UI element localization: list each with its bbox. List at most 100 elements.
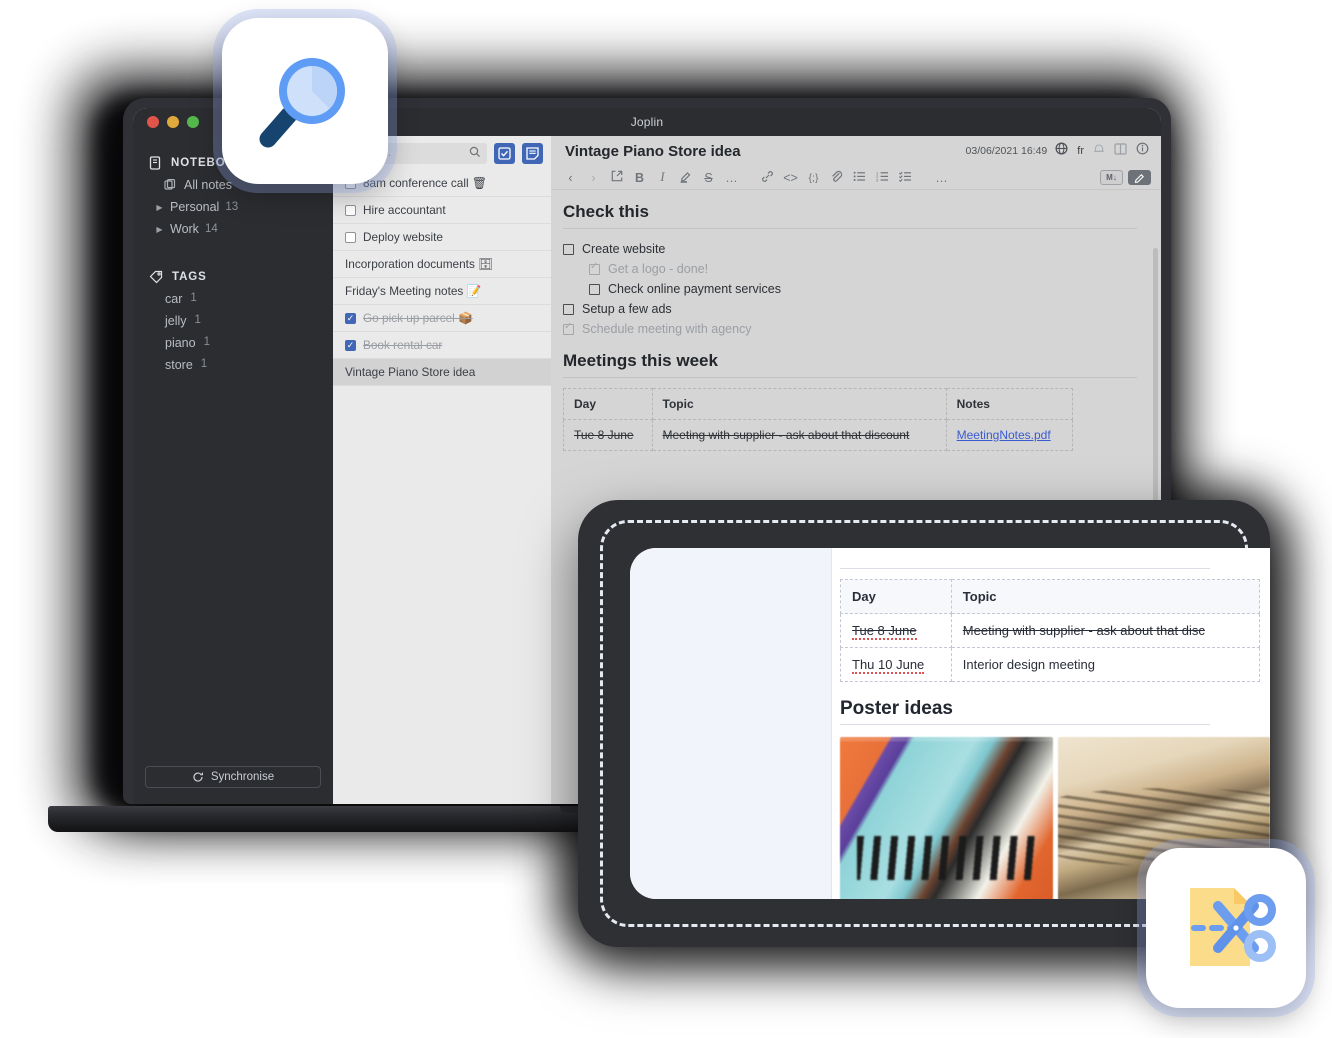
checklist-item-label: Create website bbox=[582, 242, 666, 256]
numbered-list-icon[interactable]: 123 bbox=[871, 170, 894, 185]
sidebar-tag-car[interactable]: car 1 bbox=[133, 288, 333, 310]
meeting-notes-link[interactable]: MeetingNotes.pdf bbox=[957, 428, 1051, 442]
table-cell-topic: Meeting with supplier - ask about that d… bbox=[950, 613, 1261, 648]
more-tools-button[interactable]: … bbox=[930, 171, 953, 185]
forward-button[interactable]: › bbox=[582, 171, 605, 185]
checklist-item-label: Setup a few ads bbox=[582, 302, 672, 316]
table-header-row: Day Topic Notes bbox=[563, 388, 1074, 420]
new-todo-button[interactable] bbox=[494, 142, 515, 164]
markdown-toggle-button[interactable]: M↓ bbox=[1100, 170, 1123, 185]
note-list-item[interactable]: Deploy website bbox=[333, 224, 551, 251]
checklist-item-label: Schedule meeting with agency bbox=[582, 322, 752, 336]
checkbox-icon[interactable] bbox=[345, 204, 356, 216]
checklist-item[interactable]: Setup a few ads bbox=[563, 299, 1137, 319]
divider bbox=[563, 228, 1137, 229]
sidebar-tag-store[interactable]: store 1 bbox=[133, 354, 333, 376]
note-list-item[interactable]: ✓ Go pick up parcel 📦 bbox=[333, 305, 551, 332]
tag-icon bbox=[149, 270, 163, 284]
checkbox-icon[interactable] bbox=[563, 243, 574, 255]
code-button[interactable]: <> bbox=[779, 171, 802, 185]
checkbox-checked-icon[interactable] bbox=[563, 321, 574, 335]
checkbox-icon[interactable] bbox=[563, 303, 574, 315]
table-row: Tue 8 June Meeting with supplier - ask a… bbox=[563, 419, 1074, 451]
meetings-table: Day Topic Notes Tue 8 June Meeting with … bbox=[563, 388, 1074, 451]
link-icon[interactable] bbox=[756, 170, 779, 186]
checkbox-icon[interactable] bbox=[589, 283, 600, 295]
piano-photo-1[interactable] bbox=[840, 737, 1053, 899]
note-list-item-title: Hire accountant bbox=[363, 203, 446, 217]
tag-label: store bbox=[165, 358, 193, 372]
attachment-icon[interactable] bbox=[825, 170, 848, 186]
sidebar-item-personal[interactable]: ▶ Personal 13 bbox=[133, 196, 333, 218]
note-list-item[interactable]: Friday's Meeting notes 📝 bbox=[333, 278, 551, 305]
new-note-button[interactable] bbox=[522, 142, 543, 164]
checkbox-checked-icon[interactable]: ✓ bbox=[345, 339, 356, 351]
strikethrough-button[interactable]: S bbox=[697, 171, 720, 185]
katex-button[interactable]: {;} bbox=[802, 172, 825, 184]
globe-icon[interactable] bbox=[1055, 142, 1068, 160]
table-header-topic: Topic bbox=[651, 388, 947, 420]
chevron-right-icon[interactable]: ▶ bbox=[155, 225, 164, 234]
tablet-note-content[interactable]: Day Topic Tue 8 June Meeting with suppli… bbox=[832, 548, 1270, 899]
note-list-item[interactable]: Incorporation documents 🗄 bbox=[333, 251, 551, 278]
note-icon bbox=[526, 146, 539, 160]
notebook-count: 14 bbox=[204, 223, 218, 235]
note-list-item[interactable]: ✓ Book rental car bbox=[333, 332, 551, 359]
table-cell-day: Tue 8 June bbox=[840, 613, 952, 648]
sidebar-tag-piano[interactable]: piano 1 bbox=[133, 332, 333, 354]
checkbox-checked-icon[interactable]: ✓ bbox=[345, 312, 356, 324]
tablet-screen: Day Topic Tue 8 June Meeting with suppli… bbox=[630, 548, 1270, 899]
checkbox-checked-icon[interactable] bbox=[589, 261, 600, 275]
tablet-heading: Poster ideas bbox=[840, 698, 953, 719]
synchronise-button[interactable]: Synchronise bbox=[145, 766, 321, 788]
tag-label: car bbox=[165, 292, 183, 306]
layout-toggle-icon[interactable] bbox=[1114, 142, 1127, 160]
bullet-list-icon[interactable] bbox=[848, 171, 871, 185]
table-header-day: Day bbox=[840, 579, 952, 614]
highlight-icon[interactable] bbox=[674, 170, 697, 186]
search-icon bbox=[469, 146, 481, 161]
checkbox-icon[interactable] bbox=[345, 231, 356, 243]
sidebar-item-work[interactable]: ▶ Work 14 bbox=[133, 218, 333, 240]
note-timestamp: 03/06/2021 16:49 bbox=[965, 145, 1048, 157]
back-button[interactable]: ‹ bbox=[559, 171, 582, 185]
spellcheck-underline: Tue 8 June bbox=[852, 623, 917, 640]
rich-editor-toggle-button[interactable] bbox=[1128, 170, 1151, 185]
table-cell-topic: Meeting with supplier - ask about that d… bbox=[651, 419, 947, 451]
alarm-icon[interactable] bbox=[1093, 142, 1105, 160]
bold-button[interactable]: B bbox=[628, 171, 651, 185]
tags-header: TAGS bbox=[133, 266, 333, 288]
checklist-icon[interactable] bbox=[894, 171, 917, 185]
spellcheck-underline: Thu 10 June bbox=[852, 657, 925, 674]
note-heading-1: Check this bbox=[563, 202, 649, 221]
table-header-row: Day Topic bbox=[840, 579, 1261, 614]
note-list-item[interactable]: Vintage Piano Store idea bbox=[333, 359, 551, 386]
sidebar-tag-jelly[interactable]: jelly 1 bbox=[133, 310, 333, 332]
chevron-right-icon[interactable]: ▶ bbox=[155, 203, 164, 212]
table-header-notes: Notes bbox=[945, 388, 1074, 420]
sync-area: Synchronise bbox=[133, 766, 333, 804]
checklist-item[interactable]: Schedule meeting with agency bbox=[563, 319, 1137, 339]
tag-count: 1 bbox=[194, 314, 201, 326]
search-app-icon[interactable] bbox=[222, 18, 388, 184]
more-format-button[interactable]: … bbox=[720, 171, 743, 185]
note-title[interactable]: Vintage Piano Store idea bbox=[565, 143, 958, 160]
note-list-item[interactable]: Hire accountant bbox=[333, 197, 551, 224]
tag-count: 1 bbox=[203, 336, 210, 348]
note-list-item-title: Go pick up parcel 📦 bbox=[363, 311, 473, 325]
info-icon[interactable] bbox=[1136, 142, 1149, 160]
external-link-icon[interactable] bbox=[605, 170, 628, 185]
notebook-label: Work bbox=[170, 222, 199, 236]
checklist-item[interactable]: Check online payment services bbox=[563, 279, 1137, 299]
table-cell-day: Tue 8 June bbox=[563, 419, 653, 451]
table-header-day: Day bbox=[563, 388, 653, 420]
notebook-count: 13 bbox=[225, 201, 239, 213]
checkbox-icon bbox=[498, 146, 511, 160]
italic-button[interactable]: I bbox=[651, 170, 674, 185]
web-clipper-app-icon[interactable] bbox=[1146, 848, 1306, 1008]
checklist-item[interactable]: Create website bbox=[563, 239, 1137, 259]
divider bbox=[563, 377, 1137, 378]
note-list-item-title: Deploy website bbox=[363, 230, 443, 244]
note-list-item-title: Friday's Meeting notes 📝 bbox=[345, 284, 482, 298]
checklist-item[interactable]: Get a logo - done! bbox=[563, 259, 1137, 279]
